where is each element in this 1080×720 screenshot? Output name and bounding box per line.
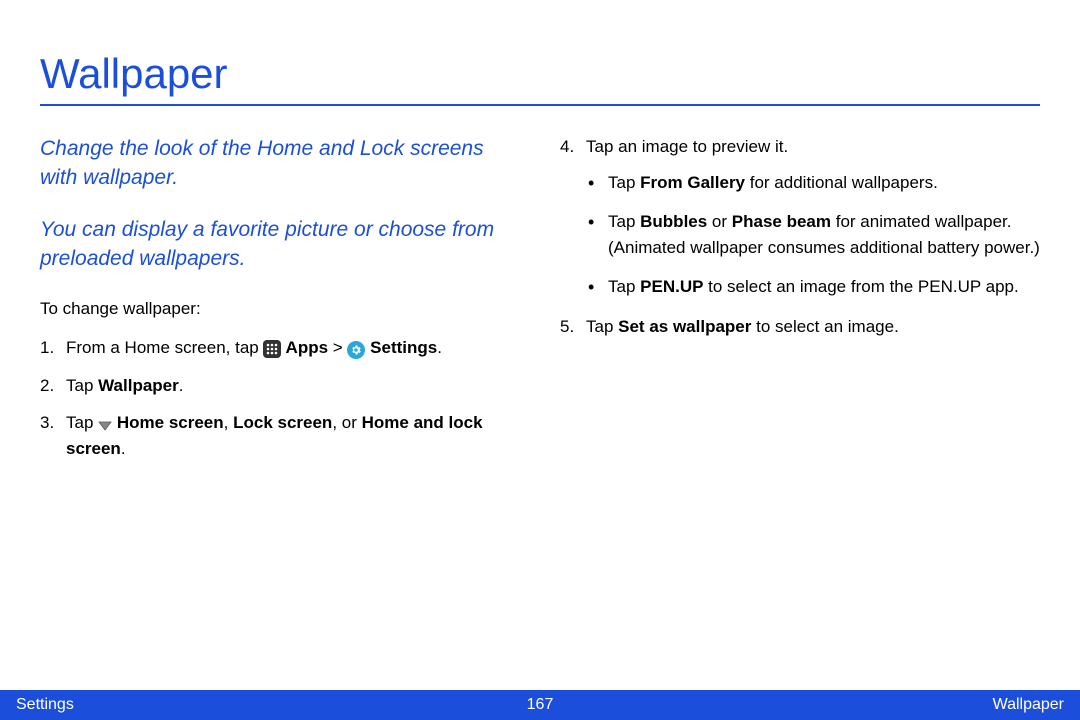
lead-text: To change wallpaper: [40,296,520,322]
apps-icon [263,340,281,358]
bullet-from-gallery: Tap From Gallery for additional wallpape… [586,170,1040,196]
step-4: Tap an image to preview it. Tap From Gal… [560,134,1040,300]
left-column: Change the look of the Home and Lock scr… [40,134,520,473]
step-2: Tap Wallpaper. [40,373,520,399]
bullet-penup: Tap PEN.UP to select an image from the P… [586,274,1040,300]
right-column: Tap an image to preview it. Tap From Gal… [560,134,1040,473]
intro-paragraph-1: Change the look of the Home and Lock scr… [40,134,520,193]
step-1: From a Home screen, tap Apps > Settings. [40,335,520,361]
footer-left: Settings [16,696,74,714]
dropdown-icon [98,421,112,431]
footer-right: Wallpaper [993,696,1064,714]
settings-icon [347,341,365,359]
step-5: Tap Set as wallpaper to select an image. [560,314,1040,340]
footer-page-number: 167 [527,696,554,714]
step-3: Tap Home screen, Lock screen, or Home an… [40,410,520,461]
page-footer: Settings 167 Wallpaper [0,690,1080,720]
bullet-bubbles: Tap Bubbles or Phase beam for animated w… [586,209,1040,260]
intro-paragraph-2: You can display a favorite picture or ch… [40,215,520,274]
page-title: Wallpaper [40,50,1040,106]
